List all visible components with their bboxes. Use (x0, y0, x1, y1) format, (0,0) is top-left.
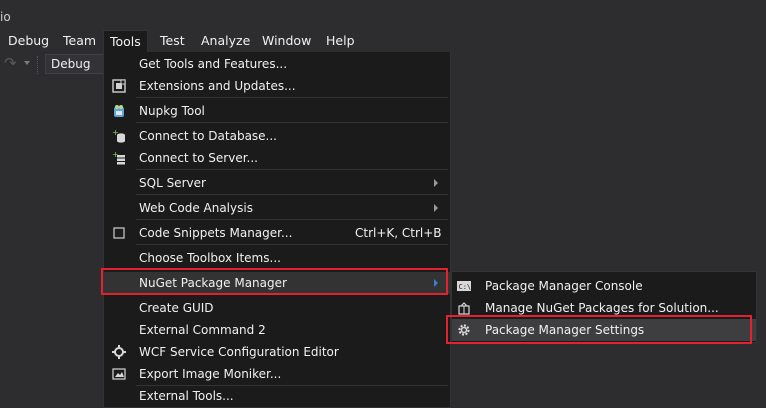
menu-item-label: Extensions and Updates... (139, 79, 296, 93)
menu-item-create-guid[interactable]: Create GUID (104, 297, 450, 319)
menu-item-label: WCF Service Configuration Editor (139, 345, 339, 359)
nuget-submenu: C:\ Package Manager Console Manage NuGet… (451, 271, 757, 343)
menu-item-label: Code Snippets Manager... (139, 226, 293, 240)
menu-item-nuget-package-manager[interactable]: NuGet Package Manager (104, 272, 450, 294)
redo-dropdown-icon[interactable] (24, 61, 30, 65)
submenu-arrow-icon (434, 279, 438, 287)
menu-divider (136, 194, 448, 195)
submenu-item-label: Package Manager Console (485, 279, 643, 293)
gear-icon (457, 323, 471, 337)
menu-window[interactable]: Window (256, 31, 317, 51)
menu-item-sql-server[interactable]: SQL Server (104, 172, 450, 194)
menu-item-label: Get Tools and Features... (139, 57, 288, 71)
packages-icon (457, 301, 471, 315)
menu-item-label: Nupkg Tool (139, 104, 205, 118)
menu-item-label: Choose Toolbox Items... (139, 251, 281, 265)
window-title: io (0, 10, 11, 24)
menu-item-label: Web Code Analysis (139, 201, 253, 215)
configuration-value: Debug (51, 57, 91, 71)
menu-divider (136, 269, 448, 270)
nupkg-icon (112, 104, 126, 118)
menu-divider (136, 97, 448, 98)
menu-debug[interactable]: Debug (2, 31, 55, 51)
menu-test[interactable]: Test (154, 31, 191, 51)
menu-item-external-command-2[interactable]: External Command 2 (104, 319, 450, 341)
menu-divider (136, 122, 448, 123)
menu-item-label: Connect to Database... (139, 129, 277, 143)
menu-item-label: NuGet Package Manager (139, 276, 287, 290)
submenu-item-label: Package Manager Settings (485, 323, 645, 337)
tools-menu: Get Tools and Features... Extensions and… (103, 52, 451, 408)
menu-item-label: Export Image Moniker... (139, 367, 282, 381)
menu-item-extensions[interactable]: Extensions and Updates... (104, 75, 450, 97)
submenu-arrow-icon (434, 179, 438, 187)
submenu-item-label: Manage NuGet Packages for Solution... (485, 301, 719, 315)
toolbar-separator (37, 56, 39, 74)
wcf-icon (112, 345, 126, 359)
image-moniker-icon (112, 367, 126, 381)
connect-database-icon: + (112, 128, 126, 143)
menu-item-connect-server[interactable]: + Connect to Server... (104, 147, 450, 169)
checkbox-icon (112, 226, 126, 240)
menu-item-export-image-moniker[interactable]: Export Image Moniker... (104, 363, 450, 385)
title-bar: io (0, 0, 766, 30)
submenu-arrow-icon (434, 204, 438, 212)
menu-item-label: Connect to Server... (139, 151, 258, 165)
menu-item-shortcut: Ctrl+K, Ctrl+B (355, 226, 442, 240)
menu-divider (136, 219, 448, 220)
menu-divider (136, 294, 448, 295)
menu-item-wcf-editor[interactable]: WCF Service Configuration Editor (104, 341, 450, 363)
menu-tools[interactable]: Tools (103, 30, 148, 53)
submenu-item-package-manager-settings[interactable]: Package Manager Settings (452, 319, 756, 341)
menu-item-label: Create GUID (139, 301, 214, 315)
menu-analyze[interactable]: Analyze (195, 31, 256, 51)
menu-item-label: External Tools... (139, 389, 234, 403)
menu-item-connect-database[interactable]: + Connect to Database... (104, 125, 450, 147)
submenu-item-manage-nuget-packages[interactable]: Manage NuGet Packages for Solution... (452, 297, 756, 319)
submenu-item-package-manager-console[interactable]: C:\ Package Manager Console (452, 275, 756, 297)
redo-icon[interactable]: ↷ (4, 56, 18, 71)
menu-item-get-tools[interactable]: Get Tools and Features... (104, 53, 450, 75)
svg-text:C:\: C:\ (459, 283, 472, 291)
menu-item-code-snippets-manager[interactable]: Code Snippets Manager... Ctrl+K, Ctrl+B (104, 222, 450, 244)
menu-item-external-tools[interactable]: External Tools... (104, 385, 450, 407)
menu-team[interactable]: Team (57, 31, 102, 51)
menu-item-label: External Command 2 (139, 323, 266, 337)
menu-item-label: SQL Server (139, 176, 206, 190)
extensions-icon (112, 79, 126, 93)
solution-configuration-select[interactable]: Debug (45, 54, 105, 74)
connect-server-icon: + (112, 150, 126, 165)
menu-item-choose-toolbox-items[interactable]: Choose Toolbox Items... (104, 247, 450, 269)
menu-item-web-code-analysis[interactable]: Web Code Analysis (104, 197, 450, 219)
menu-item-nupkg-tool[interactable]: Nupkg Tool (104, 100, 450, 122)
menu-help[interactable]: Help (320, 31, 361, 51)
menu-bar: Debug Team Tools Test Analyze Window Hel… (0, 30, 766, 53)
menu-divider (136, 169, 448, 170)
console-icon: C:\ (457, 279, 471, 293)
menu-divider (136, 244, 448, 245)
